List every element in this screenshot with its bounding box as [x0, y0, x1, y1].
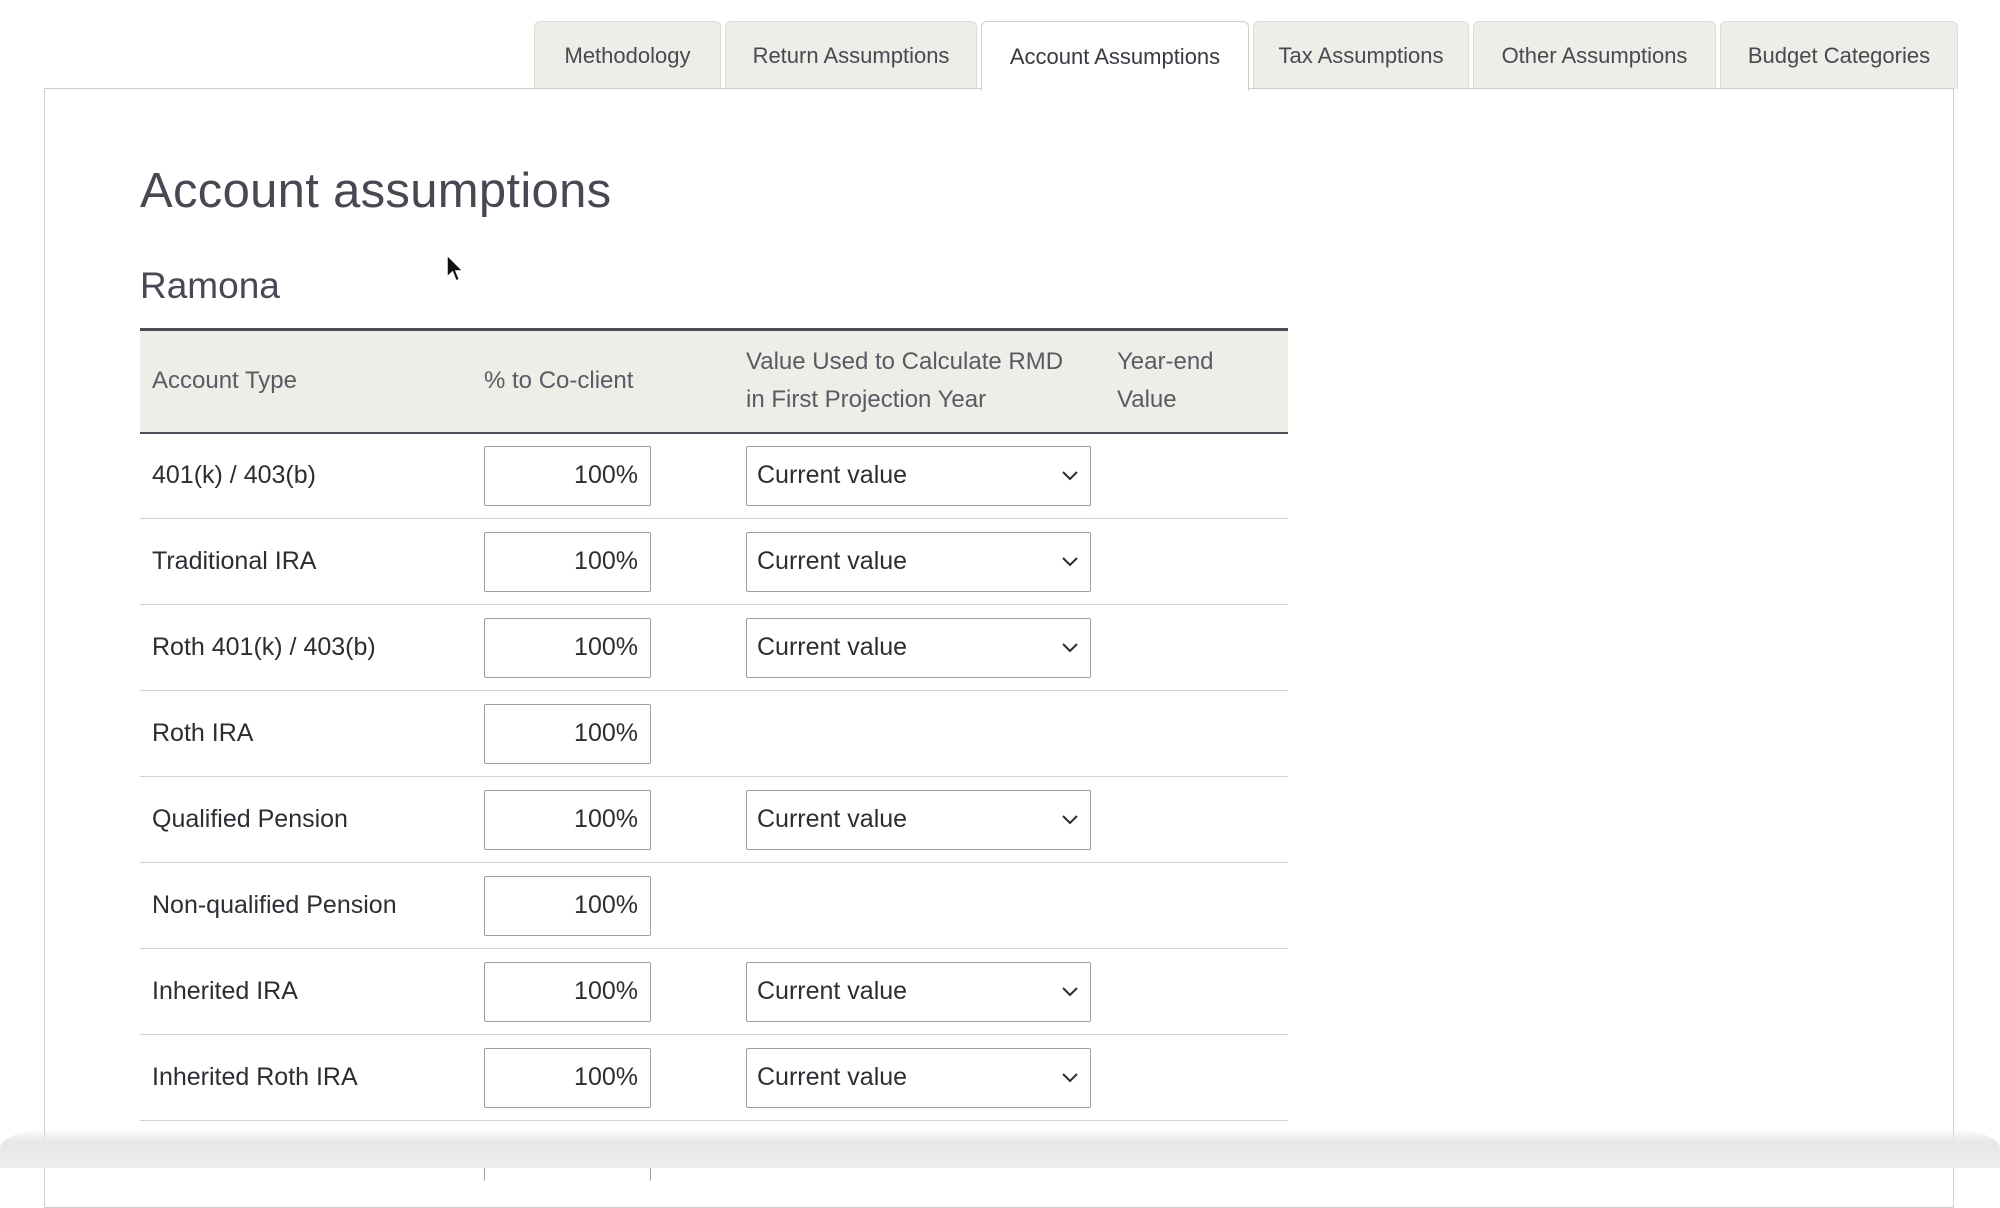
header-pct-to-coclient: % to Co-client [472, 328, 734, 434]
pct-to-coclient-input[interactable] [484, 961, 651, 1022]
chevron-down-icon [1060, 982, 1080, 1002]
year-end-value-cell [1105, 690, 1288, 777]
rmd-value-select[interactable]: Current value [746, 1047, 1091, 1108]
year-end-value-cell [1105, 776, 1288, 863]
account-type-cell: Inherited IRA [140, 948, 472, 1035]
table-row: Inherited Roth IRA Current value [140, 1034, 1288, 1121]
rmd-value-select[interactable]: Current value [746, 617, 1091, 678]
rmd-cell: Current value [734, 604, 1105, 691]
rmd-cell [734, 690, 1105, 777]
header-rmd-value-line1: Value Used to Calculate RMD [746, 348, 1064, 376]
chevron-down-icon [1060, 1068, 1080, 1088]
table-header-row: Account Type % to Co-client Value Used t… [140, 328, 1288, 434]
table-row: Qualified Pension Current value [140, 776, 1288, 863]
pct-to-coclient-input[interactable] [484, 789, 651, 850]
pct-cell [472, 518, 734, 605]
window-bottom-edge [0, 1128, 2000, 1168]
rmd-cell: Current value [734, 1034, 1105, 1121]
pct-to-coclient-input[interactable] [484, 531, 651, 592]
pct-cell [472, 1034, 734, 1121]
tab-return-assumptions[interactable]: Return Assumptions [725, 21, 977, 89]
account-type-cell: Traditional IRA [140, 518, 472, 605]
account-type-cell: Qualified Pension [140, 776, 472, 863]
pct-cell [472, 948, 734, 1035]
account-type-cell: 401(k) / 403(b) [140, 432, 472, 519]
pct-to-coclient-input[interactable] [484, 875, 651, 936]
table-row: 401(k) / 403(b) Current value [140, 432, 1288, 519]
chevron-down-icon [1060, 552, 1080, 572]
client-name-heading: Ramona [140, 265, 280, 306]
tab-tax-assumptions[interactable]: Tax Assumptions [1253, 21, 1469, 89]
tab-account-assumptions[interactable]: Account Assumptions [981, 21, 1249, 91]
mouse-cursor-icon [446, 253, 466, 289]
pct-cell [472, 432, 734, 519]
page-title: Account assumptions [140, 164, 612, 218]
rmd-value-select[interactable]: Current value [746, 531, 1091, 592]
rmd-cell: Current value [734, 518, 1105, 605]
tab-other-assumptions[interactable]: Other Assumptions [1473, 21, 1716, 89]
table-row: Traditional IRA Current value [140, 518, 1288, 605]
pct-cell [472, 604, 734, 691]
pct-to-coclient-input[interactable] [484, 617, 651, 678]
pct-cell [472, 776, 734, 863]
year-end-value-cell [1105, 1034, 1288, 1121]
rmd-cell: Current value [734, 776, 1105, 863]
header-year-end-value: Year-end Value [1105, 328, 1288, 434]
chevron-down-icon [1060, 466, 1080, 486]
account-assumptions-table: Account Type % to Co-client Value Used t… [140, 328, 1288, 1181]
pct-to-coclient-input[interactable] [484, 1047, 651, 1108]
table-row: Roth 401(k) / 403(b) Current value [140, 604, 1288, 691]
account-type-cell: Non-qualified Pension [140, 862, 472, 949]
year-end-value-cell [1105, 862, 1288, 949]
pct-cell [472, 862, 734, 949]
rmd-cell: Current value [734, 432, 1105, 519]
table-row: Non-qualified Pension [140, 862, 1288, 949]
account-type-cell: Roth 401(k) / 403(b) [140, 604, 472, 691]
rmd-value-select[interactable]: Current value [746, 961, 1091, 1022]
rmd-value-selected: Current value [757, 805, 908, 833]
account-type-cell: Roth IRA [140, 690, 472, 777]
tab-budget-categories[interactable]: Budget Categories [1720, 21, 1958, 89]
header-account-type: Account Type [140, 328, 472, 434]
pct-cell [472, 690, 734, 777]
year-end-value-cell [1105, 518, 1288, 605]
year-end-value-cell [1105, 604, 1288, 691]
year-end-value-cell [1105, 948, 1288, 1035]
pct-to-coclient-input[interactable] [484, 445, 651, 506]
chevron-down-icon [1060, 638, 1080, 658]
rmd-value-selected: Current value [757, 1063, 908, 1091]
rmd-cell: Current value [734, 948, 1105, 1035]
year-end-value-cell [1105, 432, 1288, 519]
rmd-value-selected: Current value [757, 633, 908, 661]
rmd-cell [734, 862, 1105, 949]
pct-to-coclient-input[interactable] [484, 703, 651, 764]
rmd-value-selected: Current value [757, 461, 908, 490]
rmd-value-select[interactable]: Current value [746, 445, 1091, 506]
account-type-cell: Inherited Roth IRA [140, 1034, 472, 1121]
header-rmd-value: Value Used to Calculate RMD in First Pro… [734, 328, 1105, 434]
table-row: Inherited IRA Current value [140, 948, 1288, 1035]
header-rmd-value-line2: in First Projection Year [746, 386, 987, 414]
assumptions-tabs: Methodology Return Assumptions Account A… [534, 21, 1962, 91]
rmd-value-selected: Current value [757, 977, 908, 1005]
tab-methodology[interactable]: Methodology [534, 21, 721, 89]
rmd-value-selected: Current value [757, 547, 908, 575]
chevron-down-icon [1060, 810, 1080, 830]
rmd-value-select[interactable]: Current value [746, 789, 1091, 850]
table-row: Roth IRA [140, 690, 1288, 777]
